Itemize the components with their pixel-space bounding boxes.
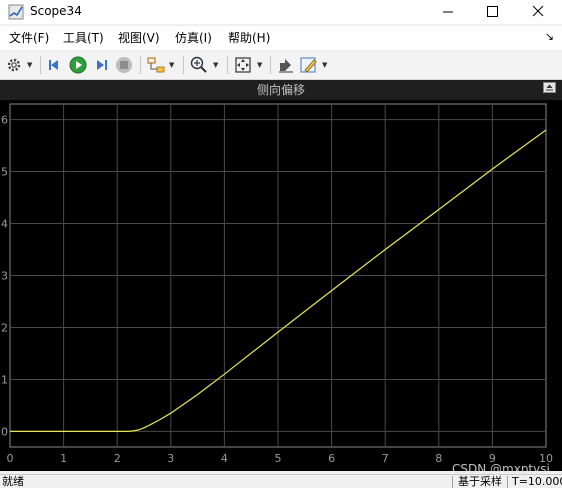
x-tick-label: 6 bbox=[328, 452, 335, 465]
highlight-block-icon[interactable] bbox=[146, 55, 166, 75]
step-back-icon[interactable] bbox=[46, 55, 64, 75]
matlab-scope-icon bbox=[8, 4, 24, 20]
scope-plot[interactable]: 0 1 2 3 4 5 6 7 8 9 100123456 bbox=[0, 100, 562, 471]
x-tick-label: 2 bbox=[114, 452, 121, 465]
x-tick-label: 3 bbox=[167, 452, 174, 465]
close-icon bbox=[532, 5, 544, 17]
y-tick-label: 2 bbox=[1, 321, 8, 334]
status-separator bbox=[507, 476, 508, 488]
title-bar: Scope34 bbox=[0, 0, 562, 24]
status-sample-based: 基于采样 bbox=[458, 475, 502, 488]
zoom-icon[interactable] bbox=[189, 55, 209, 75]
close-button[interactable] bbox=[516, 0, 560, 24]
menu-file[interactable]: 文件(F) bbox=[9, 30, 49, 46]
x-tick-label: 0 bbox=[7, 452, 14, 465]
toolbar-separator bbox=[40, 56, 41, 74]
status-bar: 就绪 基于采样 T=10.000 bbox=[0, 474, 562, 488]
y-tick-label: 4 bbox=[1, 218, 8, 231]
status-separator bbox=[452, 476, 453, 488]
maximize-icon bbox=[487, 6, 498, 17]
undock-icon[interactable] bbox=[543, 82, 556, 93]
window-title: Scope34 bbox=[30, 4, 82, 18]
step-forward-icon[interactable] bbox=[92, 55, 110, 75]
x-tick-label: 5 bbox=[275, 452, 282, 465]
y-tick-label: 6 bbox=[1, 114, 8, 127]
gear-dropdown-icon[interactable]: ▼ bbox=[27, 61, 32, 69]
run-icon[interactable] bbox=[68, 55, 88, 75]
x-tick-label: 4 bbox=[221, 452, 228, 465]
y-tick-label: 3 bbox=[1, 270, 8, 283]
restore-icon[interactable] bbox=[276, 55, 296, 75]
menu-simulation[interactable]: 仿真(I) bbox=[175, 30, 212, 46]
menu-view[interactable]: 视图(V) bbox=[118, 30, 160, 46]
x-tick-label: 1 bbox=[60, 452, 67, 465]
scope-title: 侧向偏移 bbox=[256, 83, 305, 97]
highlight-dropdown-icon[interactable]: ▼ bbox=[169, 61, 174, 69]
y-tick-label: 5 bbox=[1, 166, 8, 179]
y-tick-label: 0 bbox=[1, 425, 8, 438]
toolbar-separator bbox=[183, 56, 184, 74]
watermark: CSDN @mxptysi bbox=[452, 462, 550, 476]
scope-plot-panel: 0 1 2 3 4 5 6 7 8 9 10 0 1 2 3 4 5 6 bbox=[0, 100, 562, 471]
autoscale-dropdown-icon[interactable]: ▼ bbox=[257, 61, 262, 69]
maximize-button[interactable] bbox=[470, 0, 514, 24]
status-ready: 就绪 bbox=[2, 475, 24, 488]
menu-bar: 文件(F) 工具(T) 视图(V) 仿真(I) 帮助(H) ↘ bbox=[0, 26, 562, 50]
toolbar-separator bbox=[140, 56, 141, 74]
menu-collapse-icon[interactable]: ↘ bbox=[545, 30, 554, 43]
zoom-dropdown-icon[interactable]: ▼ bbox=[213, 61, 218, 69]
minimize-icon bbox=[443, 11, 453, 13]
stop-icon[interactable] bbox=[114, 55, 134, 75]
x-tick-label: 7 bbox=[382, 452, 389, 465]
gear-icon[interactable] bbox=[5, 55, 23, 75]
autoscale-icon[interactable] bbox=[233, 55, 253, 75]
menu-tools[interactable]: 工具(T) bbox=[63, 30, 104, 46]
toolbar-separator bbox=[270, 56, 271, 74]
x-tick-label: 8 bbox=[435, 452, 442, 465]
minimize-button[interactable] bbox=[426, 0, 470, 24]
toolbar: ▼ ▼ ▼ ▼ ▼ bbox=[0, 52, 562, 80]
menu-help[interactable]: 帮助(H) bbox=[228, 30, 270, 46]
toolbar-separator bbox=[227, 56, 228, 74]
style-icon[interactable] bbox=[299, 55, 319, 75]
style-dropdown-icon[interactable]: ▼ bbox=[322, 61, 327, 69]
status-time: T=10.000 bbox=[512, 475, 562, 488]
y-tick-label: 1 bbox=[1, 373, 8, 386]
